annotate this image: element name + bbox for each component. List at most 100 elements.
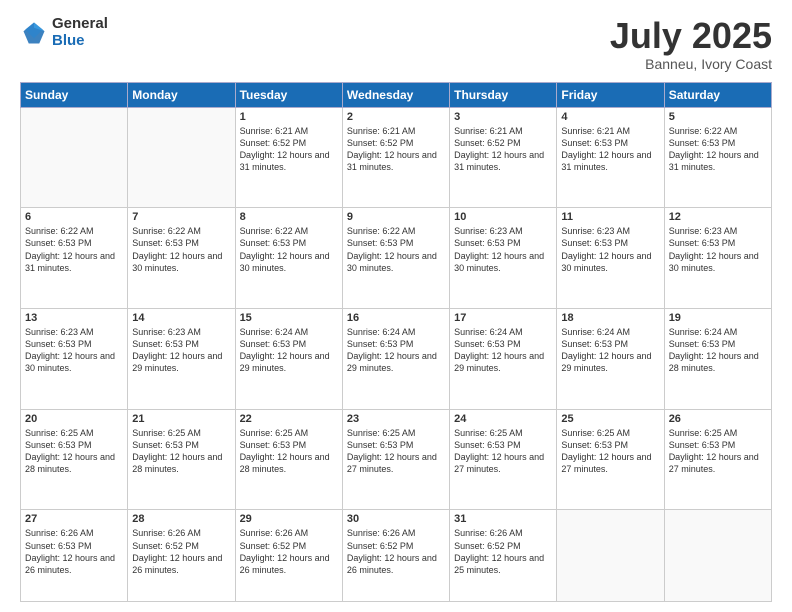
day-info: Sunrise: 6:23 AMSunset: 6:53 PMDaylight:… <box>132 326 230 375</box>
table-row: 7Sunrise: 6:22 AMSunset: 6:53 PMDaylight… <box>128 208 235 309</box>
table-row: 18 Sunrise: 6:24 AMSunset: 6:53 PMDayligh… <box>557 309 664 410</box>
day-number: 5 <box>669 111 767 123</box>
day-number: 20 <box>25 413 123 425</box>
day-number: 15 <box>240 312 338 324</box>
calendar-table: Sunday Monday Tuesday Wednesday Thursday… <box>20 82 772 602</box>
table-row: 6Sunrise: 6:22 AMSunset: 6:53 PMDaylight… <box>21 208 128 309</box>
calendar-row: 6Sunrise: 6:22 AMSunset: 6:53 PMDaylight… <box>21 208 772 309</box>
day-info: Sunrise: 6:25 AMSunset: 6:53 PMDaylight:… <box>25 427 123 476</box>
day-number: 10 <box>454 211 552 223</box>
table-row: 12Sunrise: 6:23 AMSunset: 6:53 PMDayligh… <box>664 208 771 309</box>
table-row <box>557 510 664 602</box>
day-info: Sunrise: 6:22 AMSunset: 6:53 PMDaylight:… <box>240 225 338 274</box>
logo-text: General Blue <box>52 16 108 49</box>
day-info: Sunrise: 6:25 AMSunset: 6:53 PMDaylight:… <box>454 427 552 476</box>
day-number: 26 <box>669 413 767 425</box>
day-number: 16 <box>347 312 445 324</box>
table-row: 19 Sunrise: 6:24 AMSunset: 6:53 PMDayligh… <box>664 309 771 410</box>
day-info: Sunrise: 6:23 AMSunset: 6:53 PMDaylight:… <box>25 326 123 375</box>
month-title: July 2025 <box>610 16 772 56</box>
day-number: 2 <box>347 111 445 123</box>
table-row: 15 Sunrise: 6:24 AMSunset: 6:53 PMDayligh… <box>235 309 342 410</box>
day-info: Sunrise: 6:24 AMSunset: 6:53 PMDaylight:… <box>347 326 445 375</box>
col-friday: Friday <box>557 82 664 107</box>
day-info: Sunrise: 6:22 AMSunset: 6:53 PMDaylight:… <box>347 225 445 274</box>
title-block: July 2025 Banneu, Ivory Coast <box>610 16 772 72</box>
day-info: Sunrise: 6:25 AMSunset: 6:53 PMDaylight:… <box>347 427 445 476</box>
day-info: Sunrise: 6:26 AMSunset: 6:52 PMDaylight:… <box>347 527 445 576</box>
calendar-row: 1 Sunrise: 6:21 AMSunset: 6:52 PMDaylight… <box>21 107 772 208</box>
col-thursday: Thursday <box>450 82 557 107</box>
day-number: 7 <box>132 211 230 223</box>
col-wednesday: Wednesday <box>342 82 449 107</box>
day-number: 3 <box>454 111 552 123</box>
day-info: Sunrise: 6:24 AMSunset: 6:53 PMDaylight:… <box>240 326 338 375</box>
table-row <box>21 107 128 208</box>
day-info: Sunrise: 6:25 AMSunset: 6:53 PMDaylight:… <box>561 427 659 476</box>
day-number: 9 <box>347 211 445 223</box>
table-row: 4 Sunrise: 6:21 AMSunset: 6:53 PMDaylight… <box>557 107 664 208</box>
day-number: 12 <box>669 211 767 223</box>
day-number: 13 <box>25 312 123 324</box>
day-info: Sunrise: 6:24 AMSunset: 6:53 PMDaylight:… <box>669 326 767 375</box>
table-row <box>128 107 235 208</box>
col-saturday: Saturday <box>664 82 771 107</box>
table-row: 24Sunrise: 6:25 AMSunset: 6:53 PMDayligh… <box>450 409 557 510</box>
day-info: Sunrise: 6:21 AMSunset: 6:52 PMDaylight:… <box>454 125 552 174</box>
day-info: Sunrise: 6:23 AMSunset: 6:53 PMDaylight:… <box>561 225 659 274</box>
table-row: 17Sunrise: 6:24 AMSunset: 6:53 PMDayligh… <box>450 309 557 410</box>
day-number: 30 <box>347 513 445 525</box>
header: General Blue July 2025 Banneu, Ivory Coa… <box>20 16 772 72</box>
day-info: Sunrise: 6:25 AMSunset: 6:53 PMDaylight:… <box>132 427 230 476</box>
day-number: 21 <box>132 413 230 425</box>
day-number: 23 <box>347 413 445 425</box>
table-row: 22 Sunrise: 6:25 AMSunset: 6:53 PMDayligh… <box>235 409 342 510</box>
table-row: 10Sunrise: 6:23 AMSunset: 6:53 PMDayligh… <box>450 208 557 309</box>
day-info: Sunrise: 6:21 AMSunset: 6:53 PMDaylight:… <box>561 125 659 174</box>
logo-blue-text: Blue <box>52 33 108 50</box>
day-number: 14 <box>132 312 230 324</box>
day-number: 28 <box>132 513 230 525</box>
day-number: 4 <box>561 111 659 123</box>
table-row: 16 Sunrise: 6:24 AMSunset: 6:53 PMDayligh… <box>342 309 449 410</box>
day-number: 19 <box>669 312 767 324</box>
table-row: 21 Sunrise: 6:25 AMSunset: 6:53 PMDayligh… <box>128 409 235 510</box>
table-row: 3 Sunrise: 6:21 AMSunset: 6:52 PMDaylight… <box>450 107 557 208</box>
calendar-header-row: Sunday Monday Tuesday Wednesday Thursday… <box>21 82 772 107</box>
table-row: 31Sunrise: 6:26 AMSunset: 6:52 PMDayligh… <box>450 510 557 602</box>
col-monday: Monday <box>128 82 235 107</box>
day-info: Sunrise: 6:22 AMSunset: 6:53 PMDaylight:… <box>669 125 767 174</box>
day-info: Sunrise: 6:21 AMSunset: 6:52 PMDaylight:… <box>240 125 338 174</box>
day-info: Sunrise: 6:25 AMSunset: 6:53 PMDaylight:… <box>669 427 767 476</box>
col-tuesday: Tuesday <box>235 82 342 107</box>
day-number: 8 <box>240 211 338 223</box>
day-info: Sunrise: 6:26 AMSunset: 6:52 PMDaylight:… <box>240 527 338 576</box>
table-row: 30 Sunrise: 6:26 AMSunset: 6:52 PMDayligh… <box>342 510 449 602</box>
location-subtitle: Banneu, Ivory Coast <box>610 56 772 72</box>
calendar-row: 27Sunrise: 6:26 AMSunset: 6:53 PMDayligh… <box>21 510 772 602</box>
table-row: 1 Sunrise: 6:21 AMSunset: 6:52 PMDaylight… <box>235 107 342 208</box>
table-row: 14 Sunrise: 6:23 AMSunset: 6:53 PMDayligh… <box>128 309 235 410</box>
col-sunday: Sunday <box>21 82 128 107</box>
table-row: 2 Sunrise: 6:21 AMSunset: 6:52 PMDaylight… <box>342 107 449 208</box>
table-row: 8 Sunrise: 6:22 AMSunset: 6:53 PMDaylight… <box>235 208 342 309</box>
day-info: Sunrise: 6:21 AMSunset: 6:52 PMDaylight:… <box>347 125 445 174</box>
table-row: 9 Sunrise: 6:22 AMSunset: 6:53 PMDaylight… <box>342 208 449 309</box>
table-row: 26 Sunrise: 6:25 AMSunset: 6:53 PMDayligh… <box>664 409 771 510</box>
table-row: 29 Sunrise: 6:26 AMSunset: 6:52 PMDayligh… <box>235 510 342 602</box>
day-number: 27 <box>25 513 123 525</box>
calendar-row: 20 Sunrise: 6:25 AMSunset: 6:53 PMDayligh… <box>21 409 772 510</box>
day-number: 29 <box>240 513 338 525</box>
table-row: 25Sunrise: 6:25 AMSunset: 6:53 PMDayligh… <box>557 409 664 510</box>
day-number: 18 <box>561 312 659 324</box>
day-number: 1 <box>240 111 338 123</box>
logo-general-text: General <box>52 16 108 33</box>
table-row: 20 Sunrise: 6:25 AMSunset: 6:53 PMDayligh… <box>21 409 128 510</box>
table-row: 11Sunrise: 6:23 AMSunset: 6:53 PMDayligh… <box>557 208 664 309</box>
table-row: 27Sunrise: 6:26 AMSunset: 6:53 PMDayligh… <box>21 510 128 602</box>
table-row: 5 Sunrise: 6:22 AMSunset: 6:53 PMDaylight… <box>664 107 771 208</box>
day-info: Sunrise: 6:24 AMSunset: 6:53 PMDaylight:… <box>561 326 659 375</box>
table-row: 13 Sunrise: 6:23 AMSunset: 6:53 PMDayligh… <box>21 309 128 410</box>
day-info: Sunrise: 6:25 AMSunset: 6:53 PMDaylight:… <box>240 427 338 476</box>
day-number: 22 <box>240 413 338 425</box>
